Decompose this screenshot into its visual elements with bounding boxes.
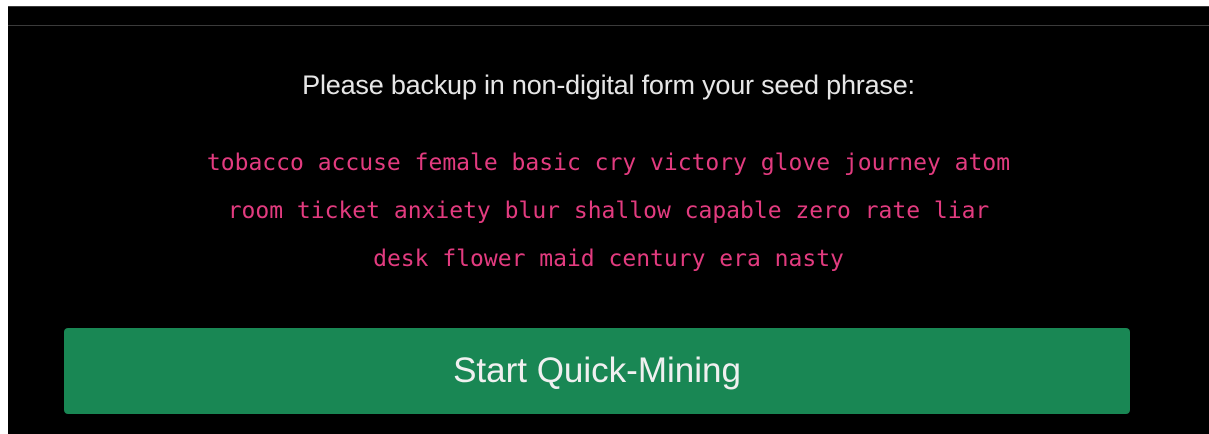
seed-phrase-line-1: tobacco accuse female basic cry victory … [206,150,1011,176]
screen: Please backup in non-digital form your s… [0,0,1209,434]
divider [8,25,1209,26]
seed-phrase-line-2: room ticket anxiety blur shallow capable… [227,198,990,224]
backup-instruction: Please backup in non-digital form your s… [302,70,915,100]
seed-backup-panel: Please backup in non-digital form your s… [8,6,1209,434]
start-quick-mining-button[interactable]: Start Quick-Mining [64,328,1130,414]
seed-phrase-line-3: desk flower maid century era nasty [373,246,844,272]
